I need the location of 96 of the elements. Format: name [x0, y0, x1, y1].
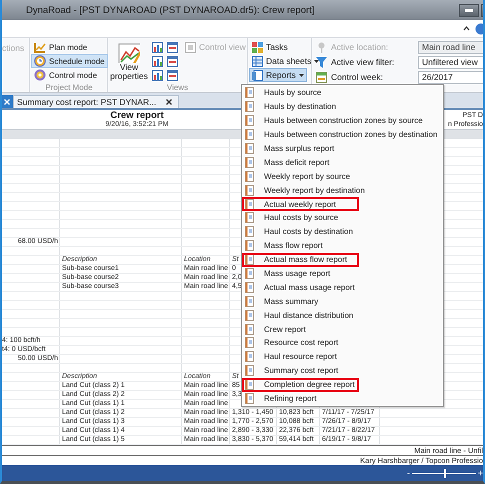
field-label: Control week:	[331, 72, 383, 82]
minimize-button[interactable]	[459, 4, 479, 16]
report-icon	[245, 87, 254, 98]
caret-icon	[298, 74, 304, 76]
slider-thumb[interactable]	[444, 468, 446, 478]
mode-button[interactable]: Control mode	[31, 68, 100, 82]
menu-item[interactable]: Actual mass usage report	[242, 280, 443, 294]
menu-item[interactable]: Weekly report by source	[242, 169, 443, 184]
window-icon	[185, 42, 196, 52]
blocks-icon	[252, 42, 263, 52]
report-icon	[245, 282, 254, 293]
chart-line-icon	[34, 42, 46, 52]
report-icon	[245, 226, 254, 238]
document-tab[interactable]	[2, 95, 13, 108]
button-label: Schedule mode	[49, 56, 105, 66]
mode-button[interactable]: Schedule mode	[31, 54, 108, 68]
ribbon-button[interactable]: Reports	[249, 68, 307, 82]
pin-icon	[316, 42, 327, 52]
menu-item[interactable]: Hauls between construction zones by source	[242, 114, 443, 128]
group-label: Project Mode	[44, 82, 94, 93]
report-icon	[245, 379, 254, 390]
report-icon	[245, 240, 254, 252]
report-title: Crew report	[110, 110, 164, 121]
menu-item[interactable]: Haul distance distribution	[242, 308, 443, 322]
report-icon	[245, 365, 254, 376]
report-icon	[245, 143, 254, 154]
table-icon	[252, 56, 263, 66]
clock-icon	[34, 55, 46, 67]
menu-item[interactable]: Mass usage report	[242, 266, 443, 280]
report-icon	[245, 393, 254, 404]
menu-item[interactable]: Refining report	[242, 392, 443, 406]
menu-item[interactable]: Summary cost report	[242, 364, 443, 378]
filter-icon	[316, 56, 327, 68]
close-icon	[4, 99, 10, 105]
menu-item[interactable]: Hauls between construction zones by destination	[242, 128, 443, 142]
menu-item[interactable]: Haul costs by source	[242, 211, 443, 225]
menu-item[interactable]: Hauls by source	[242, 86, 443, 100]
window-icon	[167, 70, 178, 80]
help-icon	[475, 22, 483, 34]
menu-item[interactable]: Actual weekly report	[242, 197, 443, 212]
zoom-in-button[interactable]: +	[478, 468, 483, 478]
report-icon	[245, 170, 254, 182]
menu-item[interactable]: Crew report	[242, 322, 443, 336]
report-icon	[245, 129, 254, 140]
chart-window-icon	[152, 70, 163, 80]
chart-window-icon	[152, 56, 163, 66]
report-icon	[245, 310, 254, 321]
window-title: DynaRoad - [PST DYNAROAD (PST DYNAROAD.dr5): Crew report]	[26, 4, 314, 16]
close-icon	[166, 99, 172, 105]
report-icon	[245, 184, 254, 196]
report-icon	[245, 268, 254, 280]
menu-item[interactable]: Hauls by destination	[242, 100, 443, 114]
field-label: Active view filter:	[331, 57, 394, 67]
ribbon-button[interactable]: Tasks	[249, 40, 291, 54]
menu-item[interactable]: Mass surplus report	[242, 142, 443, 156]
mode-button[interactable]: Plan mode	[31, 40, 90, 54]
menu-item[interactable]: Mass deficit report	[242, 155, 443, 170]
button-label: Control mode	[49, 70, 98, 80]
button-label: Control view	[199, 42, 246, 52]
chevron-up-icon	[463, 26, 470, 31]
minimize-icon	[465, 8, 473, 12]
chart-window-icon	[152, 42, 163, 52]
report-icon	[245, 101, 254, 112]
report-icon	[252, 70, 263, 80]
report-icon	[245, 296, 254, 307]
document-tab[interactable]: Summary cost report: PST DYNAR...	[13, 95, 180, 108]
report-icon	[245, 337, 254, 348]
report-icon	[245, 324, 254, 335]
caret-icon	[314, 60, 320, 62]
menu-item[interactable]: Completion degree report	[242, 378, 443, 392]
menu-item[interactable]: Actual mass flow report	[242, 252, 443, 267]
zoom-out-button[interactable]: -	[407, 468, 410, 478]
chart-pencil-icon	[118, 41, 140, 63]
ribbon-button[interactable]: Data sheets	[249, 54, 322, 68]
report-icon	[245, 198, 254, 210]
button-label: Plan mode	[49, 42, 88, 52]
field-label: Active location:	[331, 42, 388, 52]
button-label: View properties	[109, 63, 149, 81]
menu-item[interactable]: Haul costs by destination	[242, 224, 443, 239]
group-label: Views	[166, 82, 190, 93]
input-field[interactable]: Unfiltered view	[418, 56, 483, 68]
menu-item[interactable]: Mass flow report	[242, 238, 443, 253]
report-icon	[245, 115, 254, 126]
report-icon	[245, 351, 254, 362]
report-icon	[245, 254, 254, 266]
menu-item[interactable]: Haul resource report	[242, 350, 443, 364]
window-icon	[167, 42, 178, 52]
menu-item[interactable]: Weekly report by destination	[242, 183, 443, 198]
report-icon	[245, 156, 254, 168]
report-icon	[245, 212, 254, 224]
view-properties-button[interactable]: View properties	[109, 40, 149, 81]
input-field[interactable]: 26/2017	[418, 70, 483, 84]
menu-item[interactable]: Resource cost report	[242, 336, 443, 350]
gear-icon	[34, 69, 46, 81]
window-icon	[167, 56, 178, 66]
menu-item[interactable]: Mass summary	[242, 294, 443, 308]
